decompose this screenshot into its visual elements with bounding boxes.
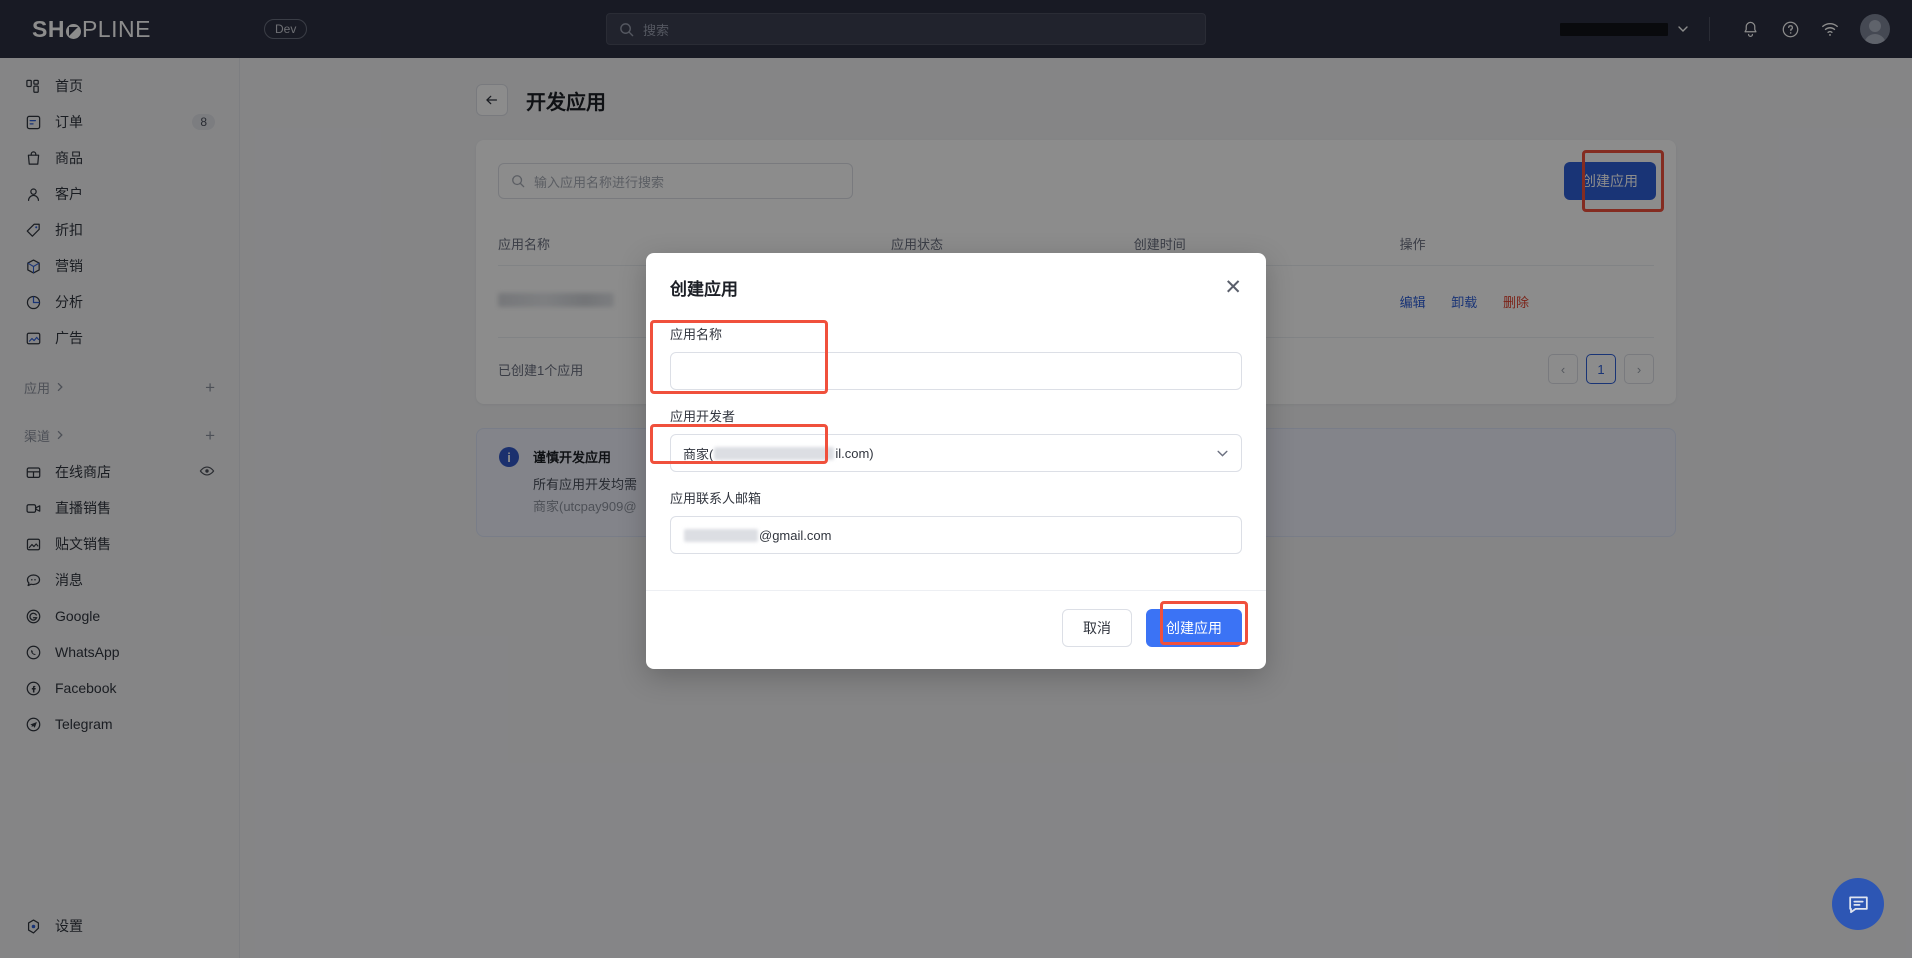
app-name-label: 应用名称 [670, 327, 723, 342]
modal-footer: 取消 创建应用 [646, 590, 1266, 669]
modal-header: 创建应用 ✕ [646, 253, 1266, 306]
close-icon[interactable]: ✕ [1224, 277, 1242, 298]
contact-email-input[interactable]: @gmail.com [670, 516, 1242, 554]
developer-prefix: 商家( [683, 446, 714, 462]
developer-redacted [714, 446, 835, 460]
modal-title: 创建应用 [670, 280, 738, 299]
chevron-down-icon [1217, 450, 1228, 457]
app-developer-value: 商家( il.com) [683, 444, 1216, 463]
cancel-button[interactable]: 取消 [1062, 609, 1132, 647]
contact-email-value: @gmail.com [683, 528, 1229, 543]
chat-widget-button[interactable] [1832, 878, 1884, 930]
submit-create-app-button[interactable]: 创建应用 [1146, 609, 1242, 647]
field-app-developer: 应用开发者 商家( il.com) [670, 406, 1242, 472]
contact-email-label: 应用联系人邮箱 [670, 491, 762, 506]
chat-icon [1848, 896, 1868, 913]
email-suffix: @gmail.com [759, 527, 832, 543]
field-contact-email: 应用联系人邮箱 @gmail.com [670, 488, 1242, 554]
app-developer-label: 应用开发者 [670, 409, 736, 424]
email-redacted [684, 528, 758, 542]
modal-body: 应用名称 应用开发者 商家( il.com) 应用联系人邮箱 @gmail.co… [646, 306, 1266, 574]
app-root: SH PLINE Dev 搜索 首页 订单 8 商品 客户 折扣 营销 分析 广… [0, 0, 1912, 958]
app-name-input[interactable] [670, 352, 1242, 390]
app-developer-select[interactable]: 商家( il.com) [670, 434, 1242, 472]
developer-suffix: il.com) [835, 445, 874, 461]
create-app-modal: 创建应用 ✕ 应用名称 应用开发者 商家( il.com) 应用联系人邮箱 @g… [646, 253, 1266, 669]
field-app-name: 应用名称 [670, 324, 1242, 390]
